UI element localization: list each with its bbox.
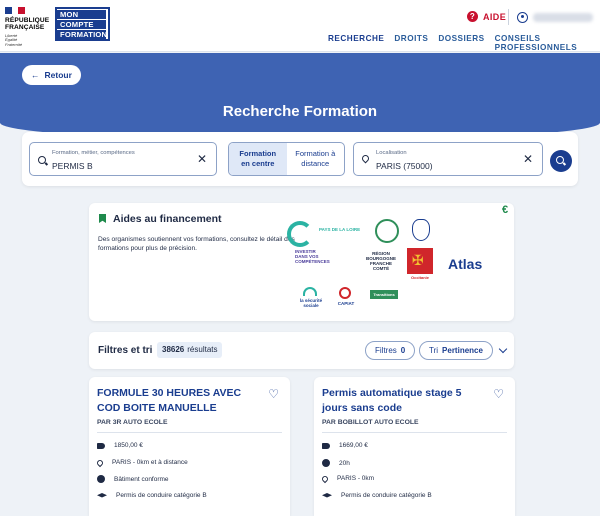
result-card[interactable]: FORMULE 30 HEURES AVEC COD BOITE MANUELL…: [89, 377, 290, 516]
search-icon: [556, 156, 564, 164]
stopwatch-icon: [322, 459, 330, 467]
price-tag-icon: [97, 443, 105, 449]
transitions-pro-logo: Transitions Pro: [370, 290, 398, 306]
top-header: RÉPUBLIQUE FRANÇAISE Liberté Égalité Fra…: [0, 0, 600, 58]
french-flag-icon: [5, 7, 26, 14]
result-duration-row: 20h: [322, 459, 350, 467]
financing-card: Aides au financement Des organismes sout…: [89, 203, 514, 321]
capiat-logo: CAPIAT: [337, 301, 355, 306]
location-label: Localisation: [376, 150, 407, 156]
securite-sociale-icon: [303, 287, 317, 296]
help-link[interactable]: ? AIDE: [467, 11, 506, 22]
heart-icon[interactable]: ♡: [268, 388, 279, 400]
accessibility-icon: [97, 475, 105, 483]
question-icon: ?: [467, 11, 478, 22]
price-tag-icon: [322, 443, 330, 449]
result-accessibility-row: Bâtiment conforme: [97, 475, 169, 483]
location-pin-icon: [320, 474, 330, 483]
training-search-field[interactable]: Formation, métier, compétences PERMIS B …: [29, 142, 217, 176]
location-field[interactable]: Localisation PARIS (75000) ✕: [353, 142, 543, 176]
result-title[interactable]: FORMULE 30 HEURES AVEC COD BOITE MANUELL…: [97, 386, 262, 416]
investir-competences-logo: INVESTIR DANS VOS COMPÉTENCES: [295, 249, 330, 264]
training-mode-toggle: Formation en centre Formation à distance: [228, 142, 345, 176]
location-input[interactable]: PARIS (75000): [376, 161, 433, 171]
region-badge-logo: [375, 219, 399, 243]
sort-button[interactable]: Tri Pertinence: [419, 341, 493, 360]
training-search-label: Formation, métier, compétences: [52, 150, 135, 156]
search-submit-button[interactable]: [550, 150, 572, 172]
search-panel: Formation, métier, compétences PERMIS B …: [22, 132, 578, 186]
training-search-input[interactable]: PERMIS B: [52, 161, 93, 171]
mode-onsite-button[interactable]: Formation en centre: [229, 143, 287, 175]
heart-icon[interactable]: ♡: [493, 388, 504, 400]
graduation-cap-icon: [97, 493, 107, 498]
region-map-logo: [412, 219, 430, 241]
location-pin-icon: [95, 458, 105, 467]
result-card[interactable]: Permis automatique stage 5 jours sans co…: [314, 377, 515, 516]
bookmark-icon: [99, 214, 106, 223]
hero-banner: [0, 53, 600, 141]
user-name-redacted[interactable]: [533, 13, 593, 22]
capiat-icon: [339, 287, 351, 299]
occitanie-logo: ✠: [407, 248, 433, 274]
atlas-logo: Atlas: [448, 256, 483, 272]
graduation-cap-icon: [322, 493, 332, 498]
bourgogne-franche-comte-logo: RÉGION BOURGOGNE FRANCHE COMTÉ: [365, 251, 396, 271]
result-price-row: 1850,00 €: [97, 442, 143, 449]
page-title: Recherche Formation: [222, 103, 378, 120]
republic-motto: Liberté Égalité Fraternité: [5, 32, 23, 47]
mon-compte-formation-logo[interactable]: MON COMPTE FORMATION: [55, 7, 110, 41]
back-button[interactable]: ← Retour: [22, 65, 81, 85]
securite-sociale-logo: la sécurité sociale: [299, 298, 323, 308]
user-account-icon[interactable]: [517, 12, 528, 23]
result-certification-row: Permis de conduire catégorie B: [322, 492, 432, 499]
result-certification-row: Permis de conduire catégorie B: [97, 492, 207, 499]
result-location-row: PARIS - 0km et à distance: [95, 458, 188, 467]
occitanie-label: Occitanie: [410, 275, 429, 280]
clear-training-icon[interactable]: ✕: [197, 153, 207, 165]
clear-location-icon[interactable]: ✕: [523, 153, 533, 165]
republic-name: RÉPUBLIQUE FRANÇAISE: [5, 17, 50, 32]
result-divider: [322, 432, 507, 433]
pays-de-la-loire-logo: PAYS DE LA LOIRE: [319, 227, 361, 232]
result-location-row: PARIS - 0km: [320, 474, 374, 483]
occitan-cross-icon: ✠: [412, 252, 424, 268]
region-logo-c: [287, 221, 313, 247]
filters-button[interactable]: Filtres 0: [365, 341, 416, 360]
filters-bar: Filtres et tri 38626 résultats Filtres 0 T…: [89, 332, 514, 369]
result-provider: PAR 3R AUTO ECOLE: [97, 419, 168, 426]
mode-remote-button[interactable]: Formation à distance: [287, 143, 345, 175]
euro-icon: €: [502, 204, 509, 216]
financing-title: Aides au financement: [113, 213, 222, 225]
results-count-badge: 38626 résultats: [157, 342, 223, 358]
republique-francaise-logo[interactable]: RÉPUBLIQUE FRANÇAISE Liberté Égalité Fra…: [5, 7, 50, 48]
result-divider: [97, 432, 282, 433]
chevron-down-icon[interactable]: [498, 344, 508, 354]
result-price-row: 1669,00 €: [322, 442, 368, 449]
search-icon: [38, 156, 46, 164]
result-title[interactable]: Permis automatique stage 5 jours sans co…: [322, 386, 487, 416]
financing-text: Des organismes soutiennent vos formation…: [98, 236, 295, 252]
arrow-left-icon: ←: [31, 70, 40, 80]
filters-title: Filtres et tri: [98, 345, 153, 356]
location-pin-icon: [360, 153, 371, 164]
result-provider: PAR BOBILLOT AUTO ECOLE: [322, 419, 419, 426]
header-divider: [508, 9, 509, 25]
